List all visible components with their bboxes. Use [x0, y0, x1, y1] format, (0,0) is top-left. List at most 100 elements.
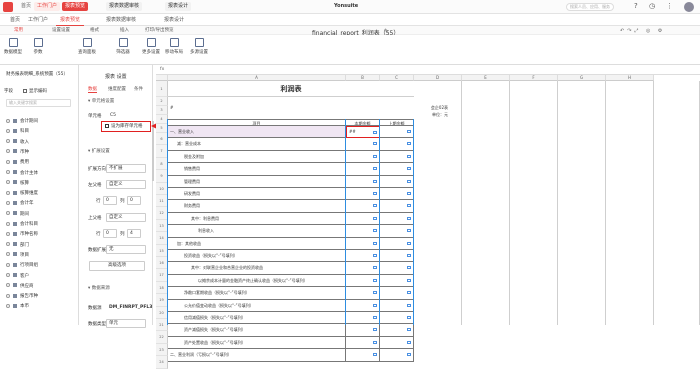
- field-item[interactable]: 客户: [6, 273, 29, 279]
- left-col-input[interactable]: 0: [127, 196, 141, 205]
- field-item[interactable]: 会计期间: [6, 118, 38, 124]
- cell-binding-icon: [373, 328, 377, 332]
- menu-print-preview[interactable]: 打印/导出预览: [145, 27, 174, 33]
- panel-tab-dim[interactable]: 维度配置: [108, 86, 126, 92]
- page-tab-home[interactable]: 首页: [6, 14, 24, 26]
- table-value-cell[interactable]: [346, 324, 380, 337]
- field-icon: [13, 190, 17, 195]
- field-item[interactable]: 期间: [6, 211, 29, 217]
- field-item[interactable]: 供应商: [6, 283, 34, 289]
- grid-apps-icon[interactable]: ⋮: [666, 2, 673, 10]
- hash-mark: #: [170, 105, 174, 110]
- table-value-cell[interactable]: [380, 349, 414, 362]
- field-item[interactable]: 收入: [6, 139, 29, 145]
- field-item[interactable]: 会计主体: [6, 170, 38, 176]
- left-parent-select[interactable]: 自定义: [106, 180, 146, 189]
- top-row-input[interactable]: 0: [103, 229, 117, 238]
- field-icon: [13, 231, 17, 236]
- source-value[interactable]: DM_FINRPT_PFL3: [109, 305, 152, 310]
- field-item[interactable]: 报告币种: [6, 293, 38, 299]
- field-type-select[interactable]: 单元: [106, 319, 146, 328]
- table-value-cell[interactable]: [380, 324, 414, 337]
- panel-tab-cond[interactable]: 条件: [134, 86, 143, 92]
- section-expand[interactable]: ▾ 扩展设置: [88, 148, 110, 154]
- table-row-label[interactable]: 资产减值损失（损失以“-”号填列）: [168, 324, 346, 337]
- tab-report-audit[interactable]: 报表数据审核: [106, 2, 143, 11]
- spreadsheet-grid[interactable]: A B C D E F G H 1 2 3 4 5 6 7 8 9 10 11 12 13 14 15 16 17 18 19 20 2…: [156, 75, 700, 369]
- empty-column[interactable]: [462, 81, 510, 325]
- field-item[interactable]: 部门: [6, 242, 29, 248]
- multi-source-button[interactable]: 多源设置: [187, 38, 211, 55]
- menu-format[interactable]: 格式: [90, 27, 99, 33]
- tab-report-design[interactable]: 报表设计: [165, 2, 192, 11]
- field-item[interactable]: 会计科目: [6, 221, 38, 227]
- data-model-button[interactable]: 数据模型: [2, 38, 24, 55]
- row-header[interactable]: 1: [156, 81, 168, 97]
- field-item[interactable]: 会计年: [6, 200, 34, 206]
- row-header[interactable]: 24: [156, 356, 168, 369]
- app-logo[interactable]: [3, 2, 13, 12]
- tab-portal[interactable]: 工作门户: [34, 2, 61, 11]
- field-search-input[interactable]: 输入关键字搜索: [6, 99, 71, 107]
- row-header[interactable]: 2: [156, 97, 168, 106]
- table-value-cell[interactable]: [380, 336, 414, 350]
- section-data-source[interactable]: ▾ 数据来源: [88, 285, 110, 291]
- field-item[interactable]: 本币: [6, 303, 29, 309]
- empty-column[interactable]: [654, 81, 700, 325]
- table-value-cell[interactable]: [346, 336, 380, 350]
- table-row-label[interactable]: 二、营业利润（亏损以“-”号填列）: [168, 349, 346, 362]
- help-icon[interactable]: ?: [634, 2, 638, 10]
- avatar[interactable]: [684, 2, 694, 12]
- panel-tab-data[interactable]: 数据: [88, 86, 97, 93]
- data-expand-select[interactable]: 无: [106, 245, 146, 254]
- page-tab-portal[interactable]: 工作门户: [24, 14, 52, 26]
- query-panel-button[interactable]: 查询面板: [76, 38, 98, 55]
- section-cell-settings[interactable]: ▾ 单元格设置: [88, 98, 114, 104]
- expand-dir-select[interactable]: 不扩展: [106, 164, 146, 173]
- empty-column[interactable]: [606, 81, 654, 325]
- field-item[interactable]: 币种: [6, 149, 29, 155]
- field-item[interactable]: 项目: [6, 252, 29, 258]
- edit-icon[interactable]: ✎: [384, 28, 389, 35]
- field-item[interactable]: 行项目组: [6, 262, 38, 268]
- menu-insert[interactable]: 插入: [120, 27, 129, 33]
- filter-button[interactable]: 筛选器: [114, 38, 132, 55]
- table-row-label[interactable]: 资产处置收益（损失以“-”号填列）: [168, 336, 346, 350]
- empty-column[interactable]: [558, 81, 606, 325]
- row-header[interactable]: 23: [156, 343, 168, 357]
- field-item[interactable]: 币种名称: [6, 231, 38, 237]
- left-row-input[interactable]: 0: [103, 196, 117, 205]
- mobile-layout-button[interactable]: 移动布局: [163, 38, 185, 55]
- sheet-title[interactable]: 利润表: [168, 81, 414, 97]
- page-tab-design[interactable]: 报表设计: [160, 14, 188, 26]
- undo-redo-icons[interactable]: ↶↷⤢ ◎ ⚙: [620, 28, 665, 34]
- menu-settings[interactable]: 设置设置: [52, 27, 70, 33]
- inventory-cell-checkbox[interactable]: 设为库存单元格: [101, 121, 151, 132]
- row-header[interactable]: 22: [156, 331, 168, 344]
- top-parent-select[interactable]: 自定义: [106, 213, 146, 222]
- advanced-options-button[interactable]: 高级选项: [89, 261, 145, 271]
- global-search-input[interactable]: 搜索人员、应用、服务: [566, 3, 614, 11]
- field-item[interactable]: 核算: [6, 180, 29, 186]
- field-icon: [13, 242, 17, 247]
- tab-report-preview[interactable]: 报表预览: [62, 2, 89, 11]
- more-settings-button[interactable]: 更多设置: [140, 38, 162, 55]
- page-tab-audit[interactable]: 报表数据审核: [102, 14, 140, 26]
- page-tab-preview[interactable]: 报表预览: [56, 14, 85, 26]
- show-code-checkbox[interactable]: 显示编码: [23, 88, 47, 94]
- expand-icon: [6, 139, 10, 144]
- empty-column[interactable]: [510, 81, 558, 325]
- empty-column[interactable]: [414, 81, 462, 325]
- top-col-input[interactable]: 4: [127, 229, 141, 238]
- table-value-cell[interactable]: [346, 349, 380, 362]
- clock-icon[interactable]: ◷: [649, 2, 655, 10]
- tab-home[interactable]: 首页: [18, 2, 34, 11]
- field-item[interactable]: 核算维度: [6, 190, 38, 196]
- expand-dir-label: 扩展方向: [88, 167, 106, 172]
- formula-bar[interactable]: fx: [156, 65, 700, 75]
- params-button[interactable]: 参数: [30, 38, 46, 55]
- field-item[interactable]: 科目: [6, 128, 29, 134]
- row-header[interactable]: 3: [156, 106, 168, 115]
- menu-common[interactable]: 常用: [14, 27, 23, 33]
- field-item[interactable]: 费用: [6, 159, 29, 165]
